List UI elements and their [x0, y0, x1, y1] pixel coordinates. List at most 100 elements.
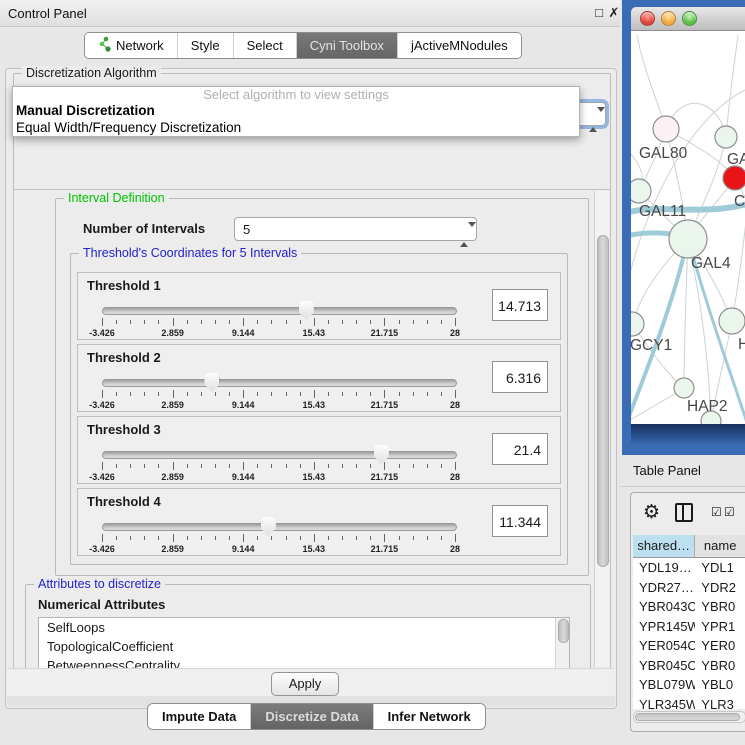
table-row[interactable]: YDL19…YDL1 — [633, 558, 745, 578]
table-cell[interactable]: YPR1 — [695, 617, 745, 637]
threshold-value-field[interactable]: 11.344 — [492, 505, 548, 537]
attributes-group: Attributes to discretize Numerical Attri… — [25, 584, 591, 669]
network-node[interactable] — [715, 126, 737, 148]
close-traffic-light-icon[interactable] — [640, 11, 655, 26]
network-node[interactable] — [631, 312, 644, 336]
tab-discretize-data[interactable]: Discretize Data — [251, 704, 373, 729]
tick-mark — [427, 320, 428, 324]
tick-mark — [271, 536, 272, 540]
slider-track[interactable] — [102, 307, 457, 315]
scrollbar-thumb[interactable] — [558, 619, 569, 643]
table-cell[interactable]: YBL079W — [633, 675, 695, 695]
table-cell[interactable]: YBR0 — [695, 656, 745, 676]
tick-mark — [201, 320, 202, 324]
select-all-check-icon[interactable]: ☑ — [711, 505, 722, 519]
network-canvas[interactable]: GAL80GACGAL11GAL4GCY1HHAP2 — [631, 31, 745, 424]
attributes-list-scrollbar[interactable] — [555, 618, 569, 669]
attribute-list-item[interactable]: SelfLoops — [39, 618, 569, 637]
network-edge[interactable] — [726, 35, 738, 137]
tick-mark — [187, 320, 188, 324]
tab-infer-network[interactable]: Infer Network — [374, 704, 485, 729]
table-row[interactable]: YBL079WYBL0 — [633, 675, 745, 695]
network-window-frame — [631, 424, 745, 455]
column-header-shared[interactable]: shared… — [633, 535, 695, 557]
tick-label: 2.859 — [161, 472, 184, 482]
float-icon[interactable]: □ — [591, 5, 607, 21]
attribute-list-item[interactable]: TopologicalCoefficient — [39, 637, 569, 656]
network-edge[interactable] — [732, 211, 745, 321]
stepper-icon — [589, 108, 598, 122]
slider-track[interactable] — [102, 523, 457, 531]
network-edge[interactable] — [637, 35, 666, 129]
table-cell[interactable]: YBR045C — [633, 656, 695, 676]
table-row[interactable]: YBR045CYBR0 — [633, 656, 745, 676]
tab-impute-data[interactable]: Impute Data — [148, 704, 251, 729]
threshold-slider[interactable]: -3.4262.8599.14415.4321.71528 — [102, 375, 455, 409]
dropdown-option[interactable]: Equal Width/Frequency Discretization — [13, 119, 579, 136]
table-cell[interactable]: YBL0 — [695, 675, 745, 695]
network-edge[interactable] — [684, 239, 688, 388]
dropdown-option[interactable]: Manual Discretization — [13, 102, 579, 119]
table-cell[interactable]: YDL1 — [695, 558, 745, 578]
table-cell[interactable]: YLR3 — [695, 695, 745, 710]
table-row[interactable]: YBR043CYBR0 — [633, 597, 745, 617]
gear-icon[interactable]: ⚙ — [643, 501, 660, 524]
scrollbar-thumb[interactable] — [597, 235, 609, 567]
table-row[interactable]: YER054CYER0 — [633, 636, 745, 656]
table-cell[interactable]: YDR2 — [695, 578, 745, 598]
network-node[interactable] — [631, 179, 651, 203]
column-header-name[interactable]: name — [695, 535, 745, 557]
tick-mark — [314, 318, 315, 326]
threshold-value-field[interactable]: 14.713 — [492, 289, 548, 321]
table-cell[interactable]: YDL19… — [633, 558, 695, 578]
tick-mark — [144, 392, 145, 396]
threshold-slider[interactable]: -3.4262.8599.14415.4321.71528 — [102, 519, 455, 553]
slider-track[interactable] — [102, 451, 457, 459]
table-row[interactable]: YPR145WYPR1 — [633, 617, 745, 637]
threshold-value-field[interactable]: 6.316 — [492, 361, 548, 393]
slider-ticks — [102, 390, 455, 398]
tab-jactivemnodules[interactable]: jActiveMNodules — [398, 33, 521, 58]
threshold-slider[interactable]: -3.4262.8599.14415.4321.71528 — [102, 303, 455, 337]
node-table[interactable]: shared…nameYDL19…YDL1YDR27…YDR2YBR043CYB… — [633, 535, 745, 709]
close-icon[interactable]: ✗ — [606, 5, 622, 21]
zoom-traffic-light-icon[interactable] — [682, 11, 697, 26]
tick-mark — [370, 464, 371, 468]
table-row[interactable]: YLR345WYLR3 — [633, 695, 745, 710]
select-check-icon[interactable]: ☑ — [724, 505, 735, 519]
node-label: GAL11 — [639, 203, 686, 221]
threshold-label: Threshold 1 — [87, 278, 161, 293]
scrollbar-thumb[interactable] — [635, 713, 740, 721]
tick-mark — [144, 464, 145, 468]
table-cell[interactable]: YBR0 — [695, 597, 745, 617]
tick-mark — [102, 390, 103, 398]
panel-vertical-scrollbar[interactable] — [594, 191, 609, 667]
network-node[interactable] — [669, 220, 707, 258]
network-node[interactable] — [653, 116, 679, 142]
tick-mark — [271, 392, 272, 396]
table-row[interactable]: YDR27…YDR2 — [633, 578, 745, 598]
table-cell[interactable]: YDR27… — [633, 578, 695, 598]
minimize-traffic-light-icon[interactable] — [661, 11, 676, 26]
slider-track[interactable] — [102, 379, 457, 387]
number-of-intervals-combobox[interactable]: 5 — [234, 217, 477, 241]
network-node[interactable] — [674, 378, 694, 398]
columns-icon[interactable] — [675, 503, 693, 522]
tab-select[interactable]: Select — [234, 33, 297, 58]
table-cell[interactable]: YPR145W — [633, 617, 695, 637]
table-cell[interactable]: YLR345W — [633, 695, 695, 710]
table-cell[interactable]: YBR043C — [633, 597, 695, 617]
cyni-toolbox-panel: Discretization Algorithm Table Data galF… — [5, 68, 617, 709]
threshold-value-field[interactable]: 21.4 — [492, 433, 548, 465]
tab-network[interactable]: Network — [85, 33, 178, 58]
network-node[interactable] — [719, 308, 745, 334]
table-cell[interactable]: YER0 — [695, 636, 745, 656]
attributes-list[interactable]: SelfLoopsTopologicalCoefficientBetweenne… — [38, 617, 570, 669]
tab-style[interactable]: Style — [178, 33, 234, 58]
apply-button[interactable]: Apply — [271, 672, 339, 696]
network-node[interactable] — [723, 166, 745, 190]
table-cell[interactable]: YER054C — [633, 636, 695, 656]
tab-cyni-toolbox[interactable]: Cyni Toolbox — [297, 33, 398, 58]
table-horizontal-scrollbar[interactable] — [633, 711, 745, 723]
threshold-slider[interactable]: -3.4262.8599.14415.4321.71528 — [102, 447, 455, 481]
